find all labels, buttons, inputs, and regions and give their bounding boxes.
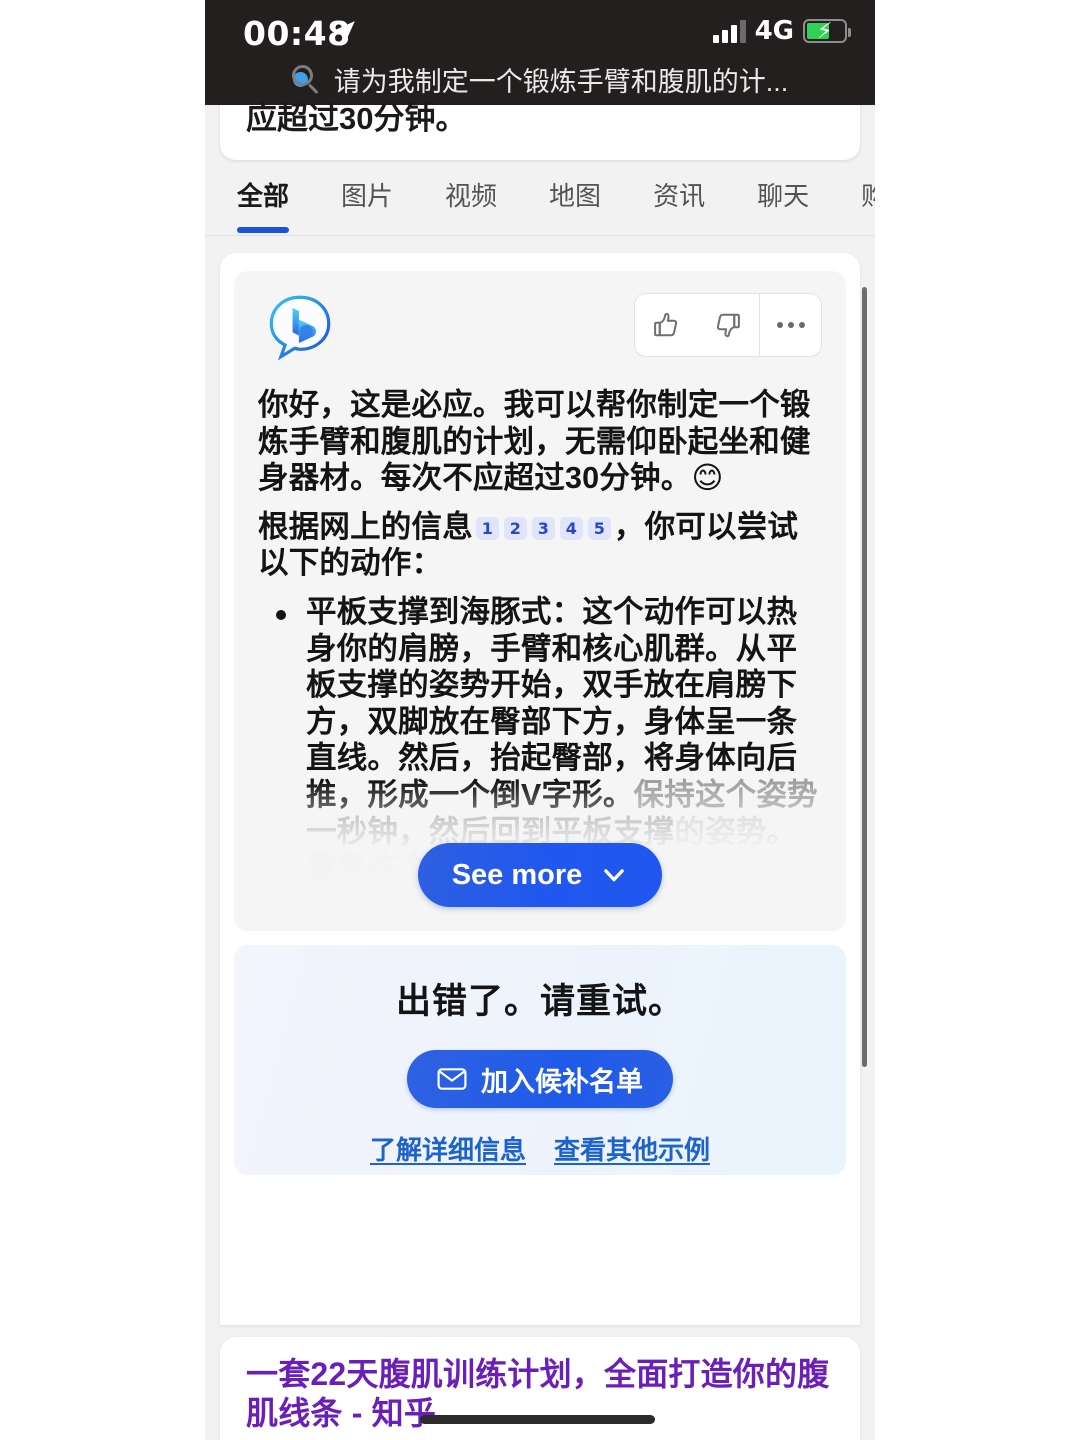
previous-answer-card-partial: 应超过30分钟。 bbox=[220, 101, 860, 160]
citation-2[interactable]: 2 bbox=[503, 517, 527, 541]
chat-card-header bbox=[258, 293, 822, 361]
tab-videos[interactable]: 视频 bbox=[445, 168, 497, 213]
search-magnifier-icon bbox=[291, 64, 322, 95]
error-waitlist-card: 出错了。请重试。 加入候补名单 了解详细信息 查看其他示例 bbox=[234, 945, 846, 1175]
chevron-down-icon bbox=[604, 869, 625, 882]
citation-list: 12345 bbox=[475, 517, 611, 541]
vertical-scrollbar[interactable] bbox=[862, 287, 867, 1067]
more-options-icon bbox=[776, 322, 805, 328]
citation-5[interactable]: 5 bbox=[587, 517, 611, 541]
horizontal-scrollbar[interactable] bbox=[420, 1415, 655, 1424]
error-title: 出错了。请重试。 bbox=[395, 982, 684, 1021]
thumbs-down-button[interactable] bbox=[697, 294, 759, 356]
phone-viewport: 00:48 4G ⚡ 请为我制定一个锻炼手臂和腹肌的计... 应超过30分钟。 … bbox=[205, 0, 875, 1440]
tab-images[interactable]: 图片 bbox=[341, 168, 393, 213]
envelope-icon bbox=[437, 1068, 467, 1090]
see-more-overlay: See more bbox=[234, 781, 846, 931]
tab-shopping[interactable]: 购物 bbox=[861, 168, 875, 213]
chat-answer-card: 你好，这是必应。我可以帮你制定一个锻炼手臂和腹肌的计划，无需仰卧起坐和健身器材。… bbox=[234, 271, 846, 931]
feedback-button-group bbox=[634, 293, 822, 357]
tab-all[interactable]: 全部 bbox=[237, 168, 290, 233]
answer-greeting-paragraph: 你好，这是必应。我可以帮你制定一个锻炼手臂和腹肌的计划，无需仰卧起坐和健身器材。… bbox=[258, 387, 822, 497]
organic-result-card: 一套22天腹肌训练计划，全面打造你的腹肌线条 - 知乎 https://zhua… bbox=[220, 1337, 860, 1440]
thumbs-down-icon bbox=[716, 313, 740, 338]
battery-charging-icon: ⚡ bbox=[803, 19, 851, 43]
signal-bars-icon bbox=[712, 19, 746, 43]
citation-1[interactable]: 1 bbox=[475, 517, 499, 541]
answer-source-prefix: 根据网上的信息 bbox=[258, 509, 473, 544]
join-waitlist-label: 加入候补名单 bbox=[481, 1066, 643, 1097]
tab-news[interactable]: 资讯 bbox=[653, 168, 705, 213]
tab-chat[interactable]: 聊天 bbox=[757, 168, 809, 213]
join-waitlist-button[interactable]: 加入候补名单 bbox=[407, 1050, 673, 1108]
status-bar: 00:48 4G ⚡ 请为我制定一个锻炼手臂和腹肌的计... bbox=[205, 0, 875, 105]
other-examples-link[interactable]: 查看其他示例 bbox=[554, 1130, 710, 1167]
thumbs-up-button[interactable] bbox=[635, 294, 697, 356]
learn-more-link[interactable]: 了解详细信息 bbox=[370, 1130, 526, 1167]
answer-sources-paragraph: 根据网上的信息 1 2 3 4 5 ，你可以尝试以下的动作： bbox=[258, 509, 822, 582]
page-body: 应超过30分钟。 全部 图片 视频 地图 资讯 聊天 购物 航班 bbox=[205, 101, 875, 1440]
answer-greeting-emoji: 😊 bbox=[691, 461, 724, 496]
tab-maps[interactable]: 地图 bbox=[549, 168, 601, 213]
location-arrow-icon bbox=[333, 21, 355, 43]
search-vertical-tabs: 全部 图片 视频 地图 资讯 聊天 购物 航班 bbox=[205, 168, 875, 236]
previous-answer-text: 应超过30分钟。 bbox=[246, 101, 467, 136]
answer-greeting-text: 你好，这是必应。我可以帮你制定一个锻炼手臂和腹肌的计划，无需仰卧起坐和健身器材。… bbox=[258, 388, 811, 496]
see-more-label: See more bbox=[451, 858, 583, 891]
network-type-label: 4G bbox=[754, 16, 794, 46]
bullet-exercise-name: 平板支撑到海豚式： bbox=[306, 594, 583, 629]
status-indicators: 4G ⚡ bbox=[712, 16, 851, 46]
more-options-button[interactable] bbox=[759, 294, 821, 356]
citation-4[interactable]: 4 bbox=[559, 517, 583, 541]
error-links: 了解详细信息 查看其他示例 bbox=[370, 1130, 710, 1167]
bing-chat-logo-icon bbox=[266, 293, 334, 361]
chat-answer-outer-card: 你好，这是必应。我可以帮你制定一个锻炼手臂和腹肌的计划，无需仰卧起坐和健身器材。… bbox=[220, 253, 860, 1325]
thumbs-up-icon bbox=[654, 312, 678, 337]
citation-3[interactable]: 3 bbox=[531, 517, 555, 541]
see-more-button[interactable]: See more bbox=[417, 843, 663, 907]
screenshot-root: 00:48 4G ⚡ 请为我制定一个锻炼手臂和腹肌的计... 应超过30分钟。 … bbox=[0, 0, 1080, 1440]
